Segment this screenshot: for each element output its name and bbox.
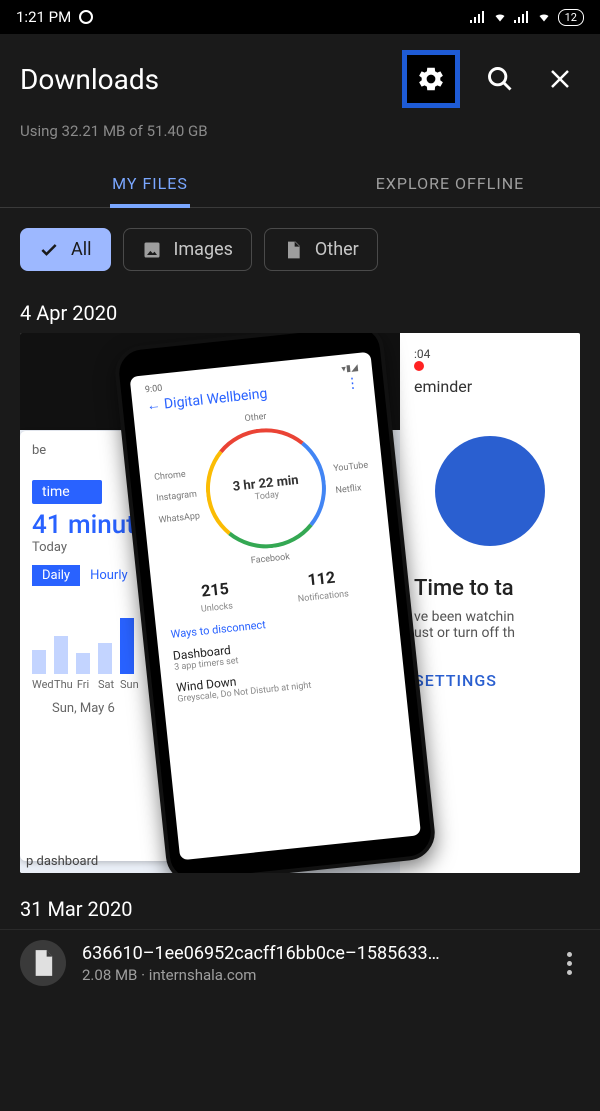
check-icon <box>39 240 59 260</box>
app-bar: Downloads <box>0 34 600 116</box>
image-icon <box>142 240 162 260</box>
close-button[interactable] <box>540 59 580 99</box>
document-icon <box>32 950 54 976</box>
thumb-center-phone: 9:00▾▮◢ ← Digital Wellbeing ⋮ Other Chro… <box>113 333 438 873</box>
tabs: MY FILES EXPLORE OFFLINE <box>0 158 600 208</box>
file-thumbnail[interactable]: :04 eminder Time to ta ve been watchin u… <box>20 333 580 873</box>
page-title: Downloads <box>20 63 402 96</box>
settings-button[interactable] <box>402 50 460 108</box>
file-icon <box>283 240 303 260</box>
search-icon <box>486 65 514 93</box>
search-button[interactable] <box>480 59 520 99</box>
signal-icon-2 <box>514 11 530 23</box>
battery-pill: 12 <box>558 9 584 26</box>
storage-usage: Using 32.21 MB of 51.40 GB <box>0 116 600 158</box>
chip-other[interactable]: Other <box>264 228 378 271</box>
file-name: 636610–1ee06952cacff16bb0ce–1585633… <box>82 943 543 964</box>
close-icon <box>548 67 572 91</box>
wifi-icon-2 <box>536 11 552 23</box>
file-row[interactable]: 636610–1ee06952cacff16bb0ce–1585633… 2.0… <box>0 929 600 996</box>
file-more-button[interactable] <box>559 944 580 983</box>
chip-label: All <box>71 239 92 260</box>
signal-icon-1 <box>470 11 486 23</box>
gear-icon <box>416 64 446 94</box>
chip-label: Other <box>315 239 359 260</box>
status-time: 1:21 PM <box>16 8 71 26</box>
assistant-icon <box>79 10 93 24</box>
tab-my-files[interactable]: MY FILES <box>0 158 300 207</box>
tab-explore-offline[interactable]: EXPLORE OFFLINE <box>300 158 600 207</box>
status-right: 12 <box>470 9 584 26</box>
chip-images[interactable]: Images <box>123 228 252 271</box>
chip-all[interactable]: All <box>20 228 111 271</box>
status-bar: 1:21 PM 12 <box>0 0 600 34</box>
file-meta: 636610–1ee06952cacff16bb0ce–1585633… 2.0… <box>82 943 543 984</box>
filter-chips: All Images Other <box>0 208 600 291</box>
chip-label: Images <box>174 239 233 260</box>
date-header: 31 Mar 2020 <box>0 887 600 929</box>
file-sub: 2.08 MB · internshala.com <box>82 966 543 984</box>
wifi-icon-1 <box>492 11 508 23</box>
date-header: 4 Apr 2020 <box>0 291 600 333</box>
file-type-icon-wrap <box>20 940 66 986</box>
